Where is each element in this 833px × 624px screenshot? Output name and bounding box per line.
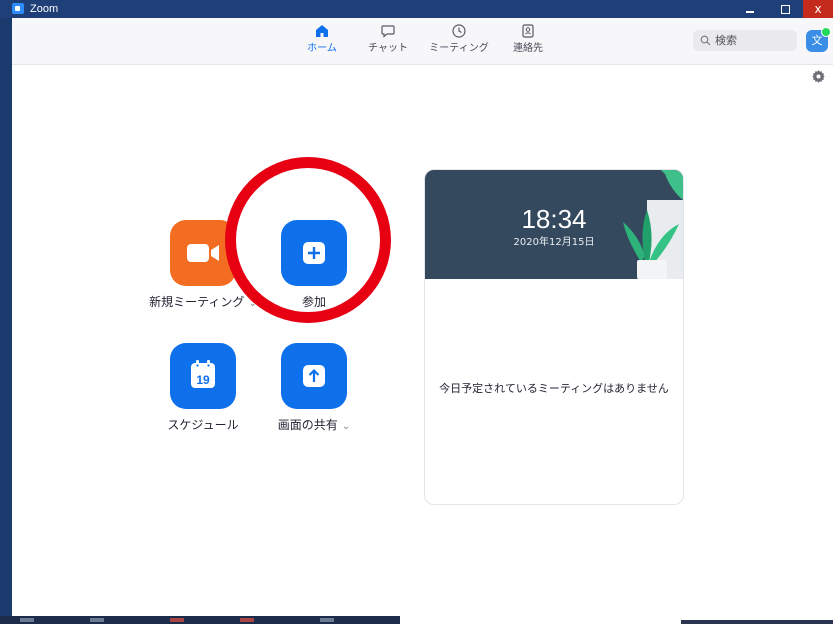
search-input[interactable]: 検索 (693, 30, 797, 51)
no-meetings-message: 今日予定されているミーティングはありません (439, 382, 669, 395)
taskbar-item (240, 618, 254, 622)
video-camera-icon (187, 244, 219, 262)
taskbar-item (320, 618, 334, 622)
tab-contacts-label: 連絡先 (513, 43, 543, 54)
new-meeting-label: 新規ミーティング ⌄ (149, 295, 257, 309)
online-status-dot (821, 27, 831, 37)
tab-meetings[interactable]: ミーティング (424, 22, 494, 62)
plant-illustration (623, 170, 683, 279)
avatar-initial: 文 (811, 34, 823, 47)
calendar-day-number: 19 (196, 373, 210, 387)
window-titlebar: Zoom x (0, 0, 833, 18)
window-title: Zoom (30, 3, 59, 15)
maximize-button[interactable] (768, 0, 802, 18)
search-placeholder: 検索 (715, 34, 737, 47)
chevron-down-icon[interactable]: ⌄ (248, 298, 256, 309)
zoom-app-screen: Zoom x ホーム チャット ミーティング 連絡先 検索 文 新規ミーティング… (0, 0, 833, 624)
contact-card-icon (522, 24, 534, 38)
clock-banner: 18:34 2020年12月15日 (425, 170, 683, 279)
chevron-down-icon[interactable]: ⌄ (342, 421, 350, 432)
upcoming-meetings-panel: 18:34 2020年12月15日 今日予定されているミーティングはありません (424, 169, 684, 505)
tab-home-label: ホーム (307, 43, 337, 54)
share-screen-tile[interactable] (281, 343, 347, 409)
top-navigation: ホーム チャット ミーティング 連絡先 検索 文 (12, 18, 833, 65)
taskbar-item (20, 618, 34, 622)
avatar[interactable]: 文 (806, 27, 831, 52)
tab-chat[interactable]: チャット (353, 22, 423, 62)
zoom-logo-icon (12, 3, 24, 14)
schedule-label: スケジュール (167, 418, 239, 432)
minimize-icon (746, 11, 754, 13)
home-icon (316, 25, 328, 37)
upload-arrow-icon (303, 365, 325, 387)
taskbar-strip (0, 616, 400, 624)
join-button[interactable]: 参加 (259, 220, 369, 310)
new-meeting-tile[interactable] (170, 220, 236, 286)
taskbar-item (170, 618, 184, 622)
schedule-button[interactable]: 19 スケジュール (148, 343, 258, 433)
taskbar-strip-right (681, 620, 833, 624)
taskbar-item (90, 618, 104, 622)
close-button[interactable]: x (803, 0, 833, 18)
join-label: 参加 (301, 295, 326, 309)
clock-icon (452, 24, 466, 38)
tab-meetings-label: ミーティング (429, 43, 489, 54)
share-screen-label: 画面の共有 ⌄ (277, 418, 351, 432)
maximize-icon (781, 5, 790, 14)
tab-contacts[interactable]: 連絡先 (493, 22, 563, 62)
new-meeting-button[interactable]: 新規ミーティング ⌄ (148, 220, 258, 312)
settings-gear-icon[interactable] (812, 70, 825, 83)
chat-bubble-icon (381, 25, 395, 38)
main-content: ホーム チャット ミーティング 連絡先 検索 文 新規ミーティング ⌄ 参加 1… (12, 18, 833, 624)
calendar-icon: 19 (191, 360, 215, 388)
window-edge (0, 0, 12, 624)
tab-home[interactable]: ホーム (287, 22, 357, 62)
tab-chat-label: チャット (368, 43, 408, 54)
search-icon (700, 35, 711, 46)
share-screen-button[interactable]: 画面の共有 ⌄ (259, 343, 369, 435)
plus-icon (303, 242, 325, 264)
join-tile[interactable] (281, 220, 347, 286)
minimize-button[interactable] (733, 0, 767, 18)
schedule-tile[interactable]: 19 (170, 343, 236, 409)
